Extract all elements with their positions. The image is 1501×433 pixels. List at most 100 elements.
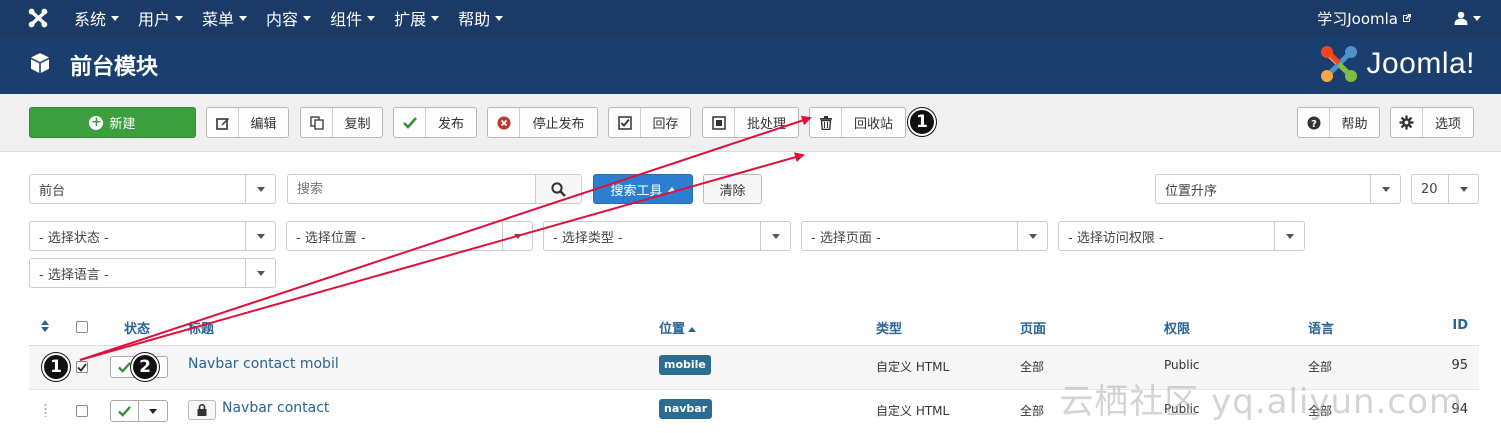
drag-handle-icon[interactable] — [44, 403, 47, 417]
toolbar: + 新建 编辑 复制 发布 停止发布 回存 批处理 回收站 ? 帮助 选项 — [0, 94, 1501, 152]
chevron-down-icon — [1448, 175, 1478, 203]
view-site-link[interactable]: 学习Joomla — [1317, 8, 1412, 29]
header-language[interactable]: 语言 — [1308, 318, 1334, 337]
user-menu[interactable] — [1454, 11, 1481, 25]
new-label: 新建 — [109, 117, 136, 132]
row-title-link[interactable]: Navbar contact — [222, 400, 329, 416]
menu-system[interactable]: 系统 — [74, 6, 120, 30]
select-value: - 选择位置 - — [296, 230, 366, 246]
user-icon — [1454, 11, 1468, 25]
header-pages[interactable]: 页面 — [1020, 318, 1046, 337]
watermark: 云栖社区 yq.aliyun.com — [1059, 382, 1463, 422]
header-position[interactable]: 位置 — [659, 318, 697, 337]
header-status[interactable]: 状态 — [124, 318, 150, 337]
caret-down-icon — [111, 15, 120, 21]
archive-button[interactable]: 回存 — [608, 107, 691, 138]
caret-down-icon — [239, 15, 248, 21]
status-toggle — [110, 400, 168, 422]
search-tools-button[interactable]: 搜索工具 — [593, 174, 693, 204]
copy-label: 复制 — [344, 117, 371, 132]
select-value: 20 — [1421, 181, 1438, 197]
copy-button[interactable]: 复制 — [300, 107, 383, 138]
menu-label: 用户 — [138, 10, 171, 29]
search-button[interactable] — [535, 174, 582, 204]
type-filter[interactable]: - 选择类型 - — [543, 221, 791, 251]
header-type[interactable]: 类型 — [876, 318, 902, 337]
row-id: 95 — [1451, 358, 1468, 373]
menu-label: 系统 — [74, 10, 107, 29]
menu-label: 菜单 — [202, 10, 235, 29]
clear-button[interactable]: 清除 — [703, 174, 762, 204]
header-id[interactable]: ID — [1452, 318, 1468, 333]
check-all-checkbox[interactable] — [76, 321, 88, 333]
menu-label: 内容 — [266, 10, 299, 29]
top-navbar: 系统 用户 菜单 内容 组件 扩展 帮助 学习Joomla — [0, 0, 1501, 36]
menu-menus[interactable]: 菜单 — [202, 6, 248, 30]
check-icon — [394, 108, 426, 137]
row-checkbox[interactable] — [76, 405, 88, 417]
sort-icon[interactable] — [41, 320, 49, 332]
header-title[interactable]: 标题 — [188, 318, 214, 337]
publish-button[interactable]: 发布 — [393, 107, 477, 138]
svg-text:?: ? — [1311, 118, 1317, 129]
caret-down-icon — [495, 15, 504, 21]
state-filter[interactable]: - 选择状态 - — [29, 221, 276, 251]
status-dropdown[interactable] — [139, 401, 167, 421]
trash-label: 回收站 — [853, 117, 893, 132]
chevron-down-icon — [1017, 222, 1047, 250]
joomla-logo-icon[interactable] — [26, 7, 50, 29]
edit-icon — [207, 108, 239, 137]
batch-label: 批处理 — [746, 117, 786, 132]
batch-button[interactable]: 批处理 — [702, 107, 799, 138]
caret-up-icon — [667, 186, 676, 192]
client-select[interactable]: 前台 — [29, 174, 276, 204]
caret-down-icon — [149, 408, 157, 414]
menu-extensions[interactable]: 扩展 — [394, 6, 440, 30]
search-input[interactable] — [287, 174, 535, 204]
published-check-icon[interactable] — [111, 401, 139, 421]
caret-down-icon — [367, 15, 376, 21]
annotation-marker-1: 1 — [908, 108, 936, 136]
publish-label: 发布 — [437, 117, 464, 132]
page-filter[interactable]: - 选择页面 - — [801, 221, 1048, 251]
annotation-marker-1: 1 — [42, 353, 70, 381]
position-badge: navbar — [659, 399, 713, 419]
menu-help[interactable]: 帮助 — [458, 6, 504, 30]
external-link-icon — [1403, 14, 1411, 22]
header-access[interactable]: 权限 — [1164, 318, 1190, 337]
menu-users[interactable]: 用户 — [138, 6, 184, 30]
position-filter[interactable]: - 选择位置 - — [286, 221, 533, 251]
copy-icon — [301, 108, 333, 137]
unpublish-button[interactable]: 停止发布 — [487, 107, 598, 138]
select-value: - 选择类型 - — [553, 230, 623, 246]
ordering-select[interactable]: 位置升序 — [1155, 174, 1401, 204]
menu-content[interactable]: 内容 — [266, 6, 312, 30]
trash-button[interactable]: 回收站 — [809, 107, 906, 138]
main-menu: 系统 用户 菜单 内容 组件 扩展 帮助 — [74, 0, 522, 36]
select-value: 位置升序 — [1165, 183, 1218, 199]
edit-button[interactable]: 编辑 — [206, 107, 289, 138]
row-language: 全部 — [1308, 360, 1333, 374]
help-button[interactable]: ? 帮助 — [1297, 107, 1380, 138]
select-value: - 选择页面 - — [811, 230, 881, 246]
position-badge: mobile — [659, 355, 711, 375]
cube-icon — [31, 53, 49, 73]
table-header: 状态 标题 位置 类型 页面 权限 语言 ID — [29, 310, 1479, 346]
new-button[interactable]: + 新建 — [29, 107, 196, 138]
options-button[interactable]: 选项 — [1390, 107, 1474, 138]
menu-label: 帮助 — [458, 10, 491, 29]
limit-select[interactable]: 20 — [1411, 174, 1479, 204]
caret-down-icon — [1473, 15, 1481, 21]
row-checkbox[interactable] — [76, 361, 88, 373]
language-filter[interactable]: - 选择语言 - — [29, 258, 276, 288]
menu-label: 扩展 — [394, 10, 427, 29]
chevron-down-icon — [760, 222, 790, 250]
joomla-wordmark: Joomla! — [1366, 47, 1475, 80]
row-type: 自定义 HTML — [876, 360, 950, 374]
archive-label: 回存 — [652, 117, 679, 132]
access-filter[interactable]: - 选择访问权限 - — [1058, 221, 1305, 251]
row-type: 自定义 HTML — [876, 404, 950, 418]
menu-components[interactable]: 组件 — [330, 6, 376, 30]
row-title-link[interactable]: Navbar contact mobil — [188, 356, 339, 372]
lock-icon[interactable] — [188, 400, 216, 420]
